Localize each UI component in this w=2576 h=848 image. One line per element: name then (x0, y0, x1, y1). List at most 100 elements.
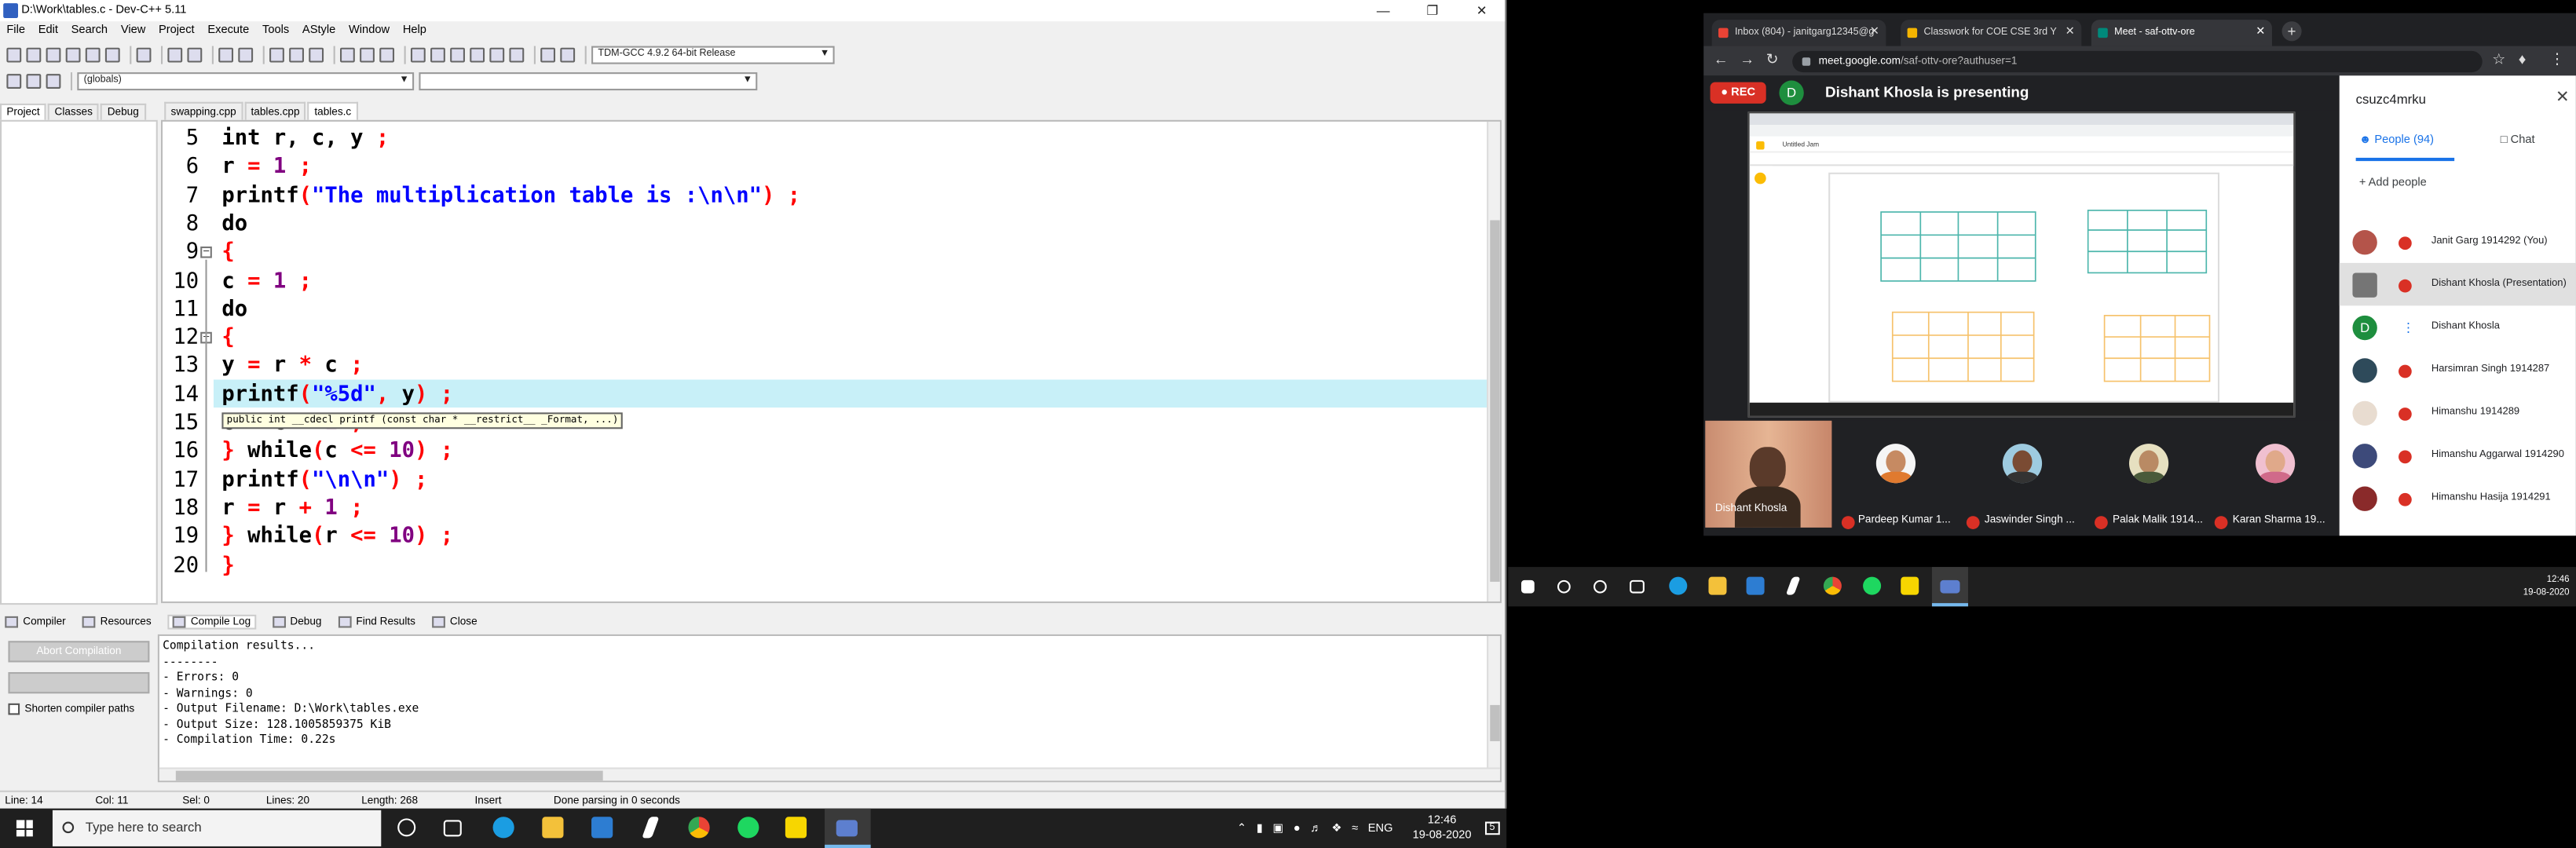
scope-select[interactable]: (globals) ▼ (77, 72, 415, 91)
code-line[interactable]: c = 1 ; (221, 269, 312, 294)
new-tab-icon[interactable]: + (2281, 21, 2302, 42)
participant-avatar[interactable] (1875, 444, 1916, 484)
tab-compiler[interactable]: Compiler (5, 615, 66, 627)
fold-toggle-icon[interactable]: − (200, 247, 212, 258)
tab-resources[interactable]: Resources (82, 615, 152, 627)
back-icon[interactable]: ← (1714, 51, 1729, 68)
task-view-icon[interactable] (443, 820, 462, 837)
bolt-icon[interactable] (1785, 576, 1801, 595)
toggle-comment-icon[interactable] (379, 47, 395, 63)
unindent-icon[interactable] (360, 47, 375, 63)
participant-row[interactable]: Dishant Khosla (Presentation) (2339, 262, 2576, 306)
open-file-icon[interactable] (26, 47, 42, 63)
browser-tab-classroom[interactable]: Classwork for COE CSE 3rd Y ✕ (1901, 20, 2082, 46)
file-explorer-icon[interactable] (1708, 576, 1727, 595)
code-line[interactable]: do (221, 212, 247, 238)
close-all-icon[interactable] (104, 47, 120, 63)
extensions-icon[interactable]: ♦ (2519, 51, 2527, 68)
participant-row[interactable]: Himanshu Hasija 1914291 (2340, 477, 2576, 519)
scrollbar-thumb[interactable] (1490, 704, 1500, 741)
indent-icon[interactable] (340, 47, 355, 63)
save-icon[interactable] (46, 47, 61, 63)
shorten-paths-checkbox[interactable]: Shorten compiler paths (8, 703, 134, 715)
compile-icon[interactable] (410, 47, 426, 63)
tab-people[interactable]: ☻ People (94) (2359, 135, 2434, 147)
taskbar-clock[interactable]: 12:46 19-08-2020 (1403, 813, 1472, 843)
close-icon[interactable]: ✕ (2556, 89, 2570, 107)
menu-help[interactable]: Help (403, 21, 426, 41)
tab-chat[interactable]: □ Chat (2501, 135, 2535, 147)
abort-compilation-button[interactable]: Abort Compilation (8, 641, 150, 663)
notifications-badge[interactable]: 5 (1484, 821, 1500, 835)
browser-tab-meet[interactable]: Meet - saf-ottv-ore ✕ (2091, 20, 2272, 46)
code-line[interactable]: printf("The multiplication table is :\n\… (221, 184, 800, 210)
spotify-icon[interactable] (1863, 576, 1882, 595)
shield-icon[interactable] (309, 47, 324, 63)
menu-window[interactable]: Window (349, 21, 390, 41)
code-line[interactable]: r = r + 1 ; (221, 496, 363, 522)
tab-debug-bottom[interactable]: Debug (272, 615, 321, 627)
chart-icon[interactable] (540, 47, 556, 63)
goto-line-icon[interactable] (269, 47, 284, 63)
code-line[interactable]: { (221, 240, 234, 266)
presenter-video[interactable]: Dishant Khosla (1705, 420, 1832, 528)
redo-icon[interactable] (187, 47, 203, 63)
cortana-icon[interactable] (1594, 579, 1607, 594)
mail-icon[interactable] (591, 817, 613, 839)
participant-row[interactable]: D ⋮ Dishant Khosla (2340, 305, 2576, 348)
participant-row[interactable]: Harsimran Singh 1914287 (2340, 349, 2576, 391)
taskbar-search[interactable]: Type here to search (52, 810, 382, 846)
close-tab-icon[interactable]: ✕ (2066, 20, 2075, 46)
sticky-notes-icon[interactable] (785, 817, 807, 839)
save-all-icon[interactable] (65, 47, 81, 63)
log-vertical-scrollbar[interactable] (1487, 635, 1500, 771)
log-horizontal-scrollbar[interactable] (159, 767, 1500, 781)
chrome-icon[interactable] (688, 817, 710, 839)
undo-icon[interactable] (167, 47, 183, 63)
browser-tab-inbox[interactable]: Inbox (804) - janitgarg12345@g ✕ (1711, 20, 1886, 46)
task-view-icon[interactable] (1630, 579, 1645, 594)
code-line[interactable]: do (221, 297, 247, 323)
code-line[interactable]: int r, c, y ; (221, 126, 389, 152)
code-editor[interactable]: 56789−101112−1314151617181920 int r, c, … (160, 119, 1502, 604)
participant-avatar[interactable] (2256, 444, 2296, 484)
compile-log-output[interactable]: Compilation results... -------- - Errors… (157, 634, 1502, 783)
close-tab-icon[interactable]: ✕ (2256, 20, 2265, 46)
edge-icon[interactable] (1669, 576, 1688, 595)
close-icon[interactable]: ✕ (1457, 0, 1505, 21)
tab-project[interactable]: Project (0, 103, 47, 120)
search-icon[interactable] (1557, 579, 1571, 594)
menu-search[interactable]: Search (71, 21, 108, 41)
participant-row[interactable]: Himanshu 1914289 (2340, 391, 2576, 433)
minimize-icon[interactable]: — (1359, 0, 1408, 21)
project-panel[interactable] (0, 119, 158, 605)
file-tab-tables-cpp[interactable]: tables.cpp (244, 101, 306, 120)
code-line[interactable]: { (221, 326, 234, 352)
new-file-icon[interactable] (6, 47, 22, 63)
participant-avatar[interactable] (2002, 444, 2043, 484)
star-icon[interactable]: ☆ (2492, 51, 2505, 69)
mail-icon[interactable] (1746, 576, 1765, 595)
code-line[interactable]: } (221, 553, 234, 579)
code-line[interactable]: printf("%5d", y) ; (221, 382, 453, 408)
code-line[interactable]: r = 1 ; (221, 155, 312, 181)
rebuild-icon[interactable] (470, 47, 485, 63)
windows-start-icon[interactable] (16, 820, 33, 837)
participant-row[interactable]: Janit Garg 1914292 (You) (2340, 220, 2576, 262)
maximize-icon[interactable]: ❐ (1408, 0, 1458, 21)
battery-icon[interactable]: ▮ (1257, 822, 1263, 835)
participant-row[interactable]: Himanshu Aggarwal 1914290 (2340, 434, 2576, 477)
compile-run-icon[interactable] (450, 47, 465, 63)
goto-bookmark-icon[interactable] (46, 74, 61, 90)
edge-icon[interactable] (492, 817, 514, 839)
print-icon[interactable] (136, 47, 152, 63)
toggle-bookmark-icon[interactable] (26, 74, 42, 90)
bookmark-icon[interactable] (289, 47, 304, 63)
close-tab-icon[interactable]: ✕ (1870, 20, 1879, 46)
code-line[interactable]: } while(r <= 10) ; (221, 525, 453, 550)
run-icon[interactable] (430, 47, 445, 63)
windows-start-icon[interactable] (1521, 579, 1535, 594)
tab-debug[interactable]: Debug (101, 103, 146, 120)
reload-icon[interactable]: ↻ (1766, 51, 1779, 69)
tab-compile-log[interactable]: Compile Log (167, 613, 256, 629)
